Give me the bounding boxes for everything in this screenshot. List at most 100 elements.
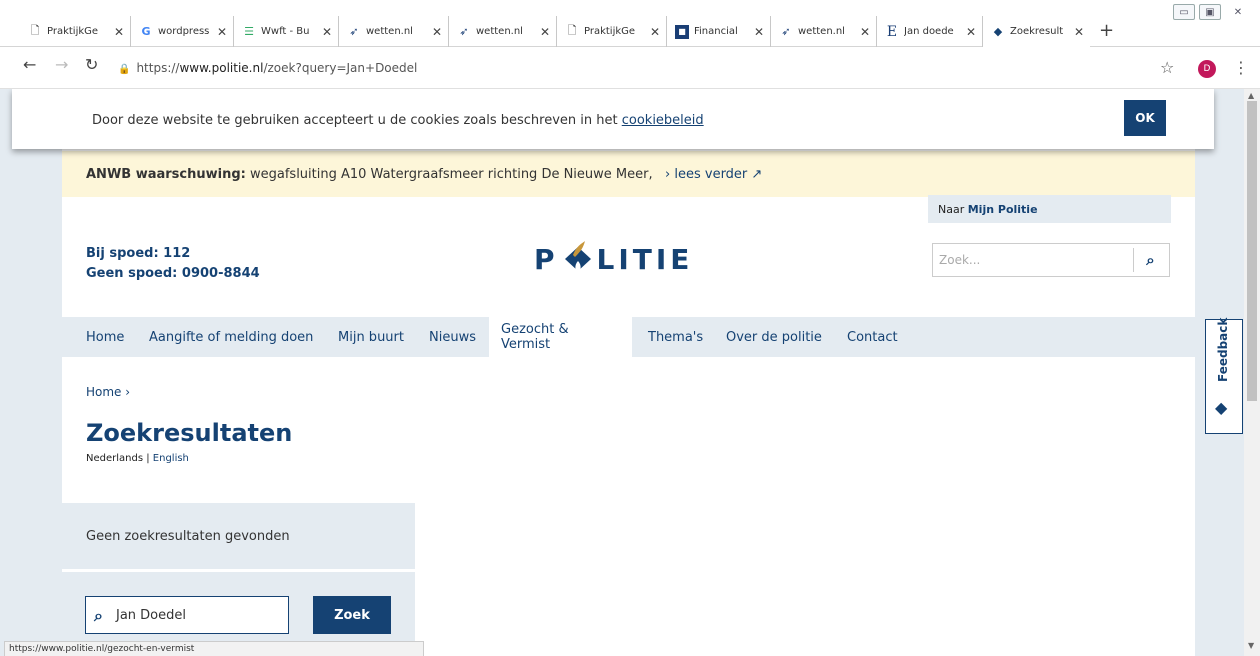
close-icon[interactable]: ✕ bbox=[432, 25, 442, 39]
lang-en-link[interactable]: English bbox=[153, 453, 189, 464]
tab-label: Financial bbox=[694, 26, 738, 37]
close-icon[interactable]: ✕ bbox=[650, 25, 660, 39]
back-icon[interactable]: ← bbox=[23, 55, 36, 74]
url-host: www.politie.nl bbox=[179, 61, 264, 75]
nav-item-aangifte[interactable]: Aangifte of melding doen bbox=[137, 317, 325, 357]
close-icon[interactable]: ✕ bbox=[966, 25, 976, 39]
close-icon[interactable]: ✕ bbox=[860, 25, 870, 39]
site-icon: ☰ bbox=[244, 25, 254, 38]
close-icon[interactable]: ✕ bbox=[754, 25, 764, 39]
tab-label: Zoekresult bbox=[1010, 26, 1064, 37]
browser-tab[interactable]: ■ Financial ✕ bbox=[666, 16, 770, 47]
tab-label: PraktijkGe bbox=[47, 26, 99, 37]
warning-text: ANWB waarschuwing: wegafsluiting A10 Wat… bbox=[86, 167, 762, 182]
search-icon[interactable]: ⌕ bbox=[1133, 248, 1167, 272]
profile-avatar[interactable]: D bbox=[1198, 60, 1216, 78]
document-icon: 🗋 bbox=[30, 24, 40, 37]
menu-icon[interactable]: ⋮ bbox=[1233, 58, 1249, 77]
tab-label: wetten.nl bbox=[798, 26, 845, 37]
close-icon[interactable]: ✕ bbox=[540, 25, 550, 39]
finance-icon: ■ bbox=[675, 24, 689, 39]
warning-label: ANWB waarschuwing: bbox=[86, 167, 246, 182]
tab-label: Wwft - Bu bbox=[261, 26, 310, 37]
mijn-politie-link[interactable]: Naar Mijn Politie bbox=[928, 195, 1171, 223]
politie-icon: ◆ bbox=[993, 25, 1003, 38]
browser-tab[interactable]: ➶ wetten.nl ✕ bbox=[338, 16, 448, 47]
close-icon[interactable]: ✕ bbox=[1074, 25, 1084, 39]
close-icon[interactable]: ✕ bbox=[322, 25, 332, 39]
browser-tab[interactable]: 🗋 PraktijkGe ✕ bbox=[556, 16, 666, 47]
search-icon: ⌕ bbox=[94, 606, 103, 625]
wetten-icon: ➶ bbox=[781, 25, 791, 38]
mijn-label: Mijn Politie bbox=[967, 203, 1038, 216]
url-prefix: https:// bbox=[136, 61, 180, 75]
browser-tab-strip: 🗋 PraktijkGe ✕ G wordpress ✕ ☰ Wwft - Bu… bbox=[0, 0, 1260, 47]
nav-item-nieuws[interactable]: Nieuws bbox=[417, 317, 488, 357]
query-search-input[interactable]: ⌕ Jan Doedel bbox=[85, 596, 289, 634]
nav-item-gezocht-vermist[interactable]: Gezocht & Vermist bbox=[489, 317, 632, 357]
read-more-link[interactable]: › lees verder bbox=[665, 167, 747, 182]
external-link-icon: ↗ bbox=[751, 167, 763, 182]
address-bar[interactable]: 🔒 https://www.politie.nl/zoek?query=Jan+D… bbox=[118, 61, 417, 75]
scroll-up-icon[interactable]: ▲ bbox=[1248, 91, 1254, 100]
nav-item-over-de-politie[interactable]: Over de politie bbox=[714, 317, 834, 357]
browser-tab[interactable]: ☰ Wwft - Bu ✕ bbox=[233, 16, 338, 47]
nav-item-home[interactable]: Home bbox=[74, 317, 136, 357]
zoek-button[interactable]: Zoek bbox=[313, 596, 391, 634]
status-url: https://www.politie.nl/gezocht-en-vermis… bbox=[4, 641, 424, 656]
traffic-warning: ANWB waarschuwing: wegafsluiting A10 Wat… bbox=[62, 151, 1195, 197]
scrollbar-thumb[interactable] bbox=[1247, 101, 1257, 401]
emergency-info: Bij spoed: 112 Geen spoed: 0900-8844 bbox=[86, 244, 260, 284]
cookie-policy-link[interactable]: cookiebeleid bbox=[622, 113, 704, 128]
cookie-ok-button[interactable]: OK bbox=[1124, 100, 1166, 136]
no-results-message: Geen zoekresultaten gevonden bbox=[86, 529, 290, 544]
page-main: ANWB waarschuwing: wegafsluiting A10 Wat… bbox=[62, 89, 1195, 656]
browser-tab[interactable]: G wordpress ✕ bbox=[130, 16, 233, 47]
feedback-label: Feedback bbox=[1216, 317, 1230, 382]
google-icon: G bbox=[141, 25, 151, 38]
forward-icon[interactable]: → bbox=[55, 55, 68, 74]
browser-tab[interactable]: ➶ wetten.nl ✕ bbox=[448, 16, 556, 47]
cookie-message: Door deze website te gebruiken accepteer… bbox=[92, 113, 622, 128]
divider bbox=[62, 569, 415, 572]
results-panel: Geen zoekresultaten gevonden ⌕ Jan Doede… bbox=[62, 503, 415, 656]
new-tab-icon[interactable]: + bbox=[1099, 20, 1114, 41]
window-close-icon[interactable]: ✕ bbox=[1227, 4, 1249, 20]
browser-tab[interactable]: ➶ wetten.nl ✕ bbox=[770, 16, 876, 47]
browser-tab[interactable]: 🗋 PraktijkGe ✕ bbox=[20, 16, 130, 47]
bookmark-star-icon[interactable]: ☆ bbox=[1160, 58, 1174, 77]
url-path: /zoek?query=Jan+Doedel bbox=[263, 61, 418, 75]
feedback-tab[interactable]: Feedback ◆ bbox=[1205, 317, 1243, 434]
maximize-icon[interactable]: ▣ bbox=[1199, 4, 1221, 20]
logo-text: LITIE bbox=[596, 242, 694, 276]
browser-tab-active[interactable]: ◆ Zoekresult ✕ bbox=[982, 16, 1090, 47]
page-viewport: ANWB waarschuwing: wegafsluiting A10 Wat… bbox=[0, 89, 1244, 656]
document-icon: 🗋 bbox=[567, 24, 577, 37]
e-icon: E bbox=[886, 23, 898, 40]
breadcrumb[interactable]: Home › bbox=[86, 385, 130, 399]
lang-separator: | bbox=[143, 453, 153, 464]
minimize-icon[interactable]: ▭ bbox=[1173, 4, 1195, 20]
scrollbar[interactable]: ▲ ▼ bbox=[1244, 89, 1260, 656]
browser-toolbar: ← → ↻ 🔒 https://www.politie.nl/zoek?query… bbox=[0, 47, 1260, 89]
header-search-input[interactable]: Zoek... bbox=[939, 253, 980, 267]
nav-item-mijn-buurt[interactable]: Mijn buurt bbox=[326, 317, 416, 357]
tab-label: wetten.nl bbox=[476, 26, 523, 37]
tab-label: wordpress bbox=[158, 26, 210, 37]
cookie-banner: Door deze website te gebruiken accepteer… bbox=[12, 89, 1214, 149]
reload-icon[interactable]: ↻ bbox=[85, 55, 98, 74]
close-icon[interactable]: ✕ bbox=[114, 25, 124, 39]
wetten-icon: ➶ bbox=[349, 25, 359, 38]
scroll-down-icon[interactable]: ▼ bbox=[1248, 641, 1254, 650]
politie-logo[interactable]: P LITIE bbox=[534, 239, 693, 279]
main-navigation: Home Aangifte of melding doen Mijn buurt… bbox=[62, 317, 1195, 357]
politie-emblem-icon bbox=[564, 241, 591, 275]
logo-letter: P bbox=[534, 242, 559, 276]
header-search: Zoek... ⌕ bbox=[932, 243, 1170, 277]
close-icon[interactable]: ✕ bbox=[217, 25, 227, 39]
politie-icon: ◆ bbox=[1215, 398, 1228, 417]
nav-item-contact[interactable]: Contact bbox=[835, 317, 910, 357]
nav-item-themas[interactable]: Thema's bbox=[636, 317, 715, 357]
browser-tab[interactable]: E Jan doede ✕ bbox=[876, 16, 982, 47]
non-emergency-number: Geen spoed: 0900-8844 bbox=[86, 266, 260, 281]
